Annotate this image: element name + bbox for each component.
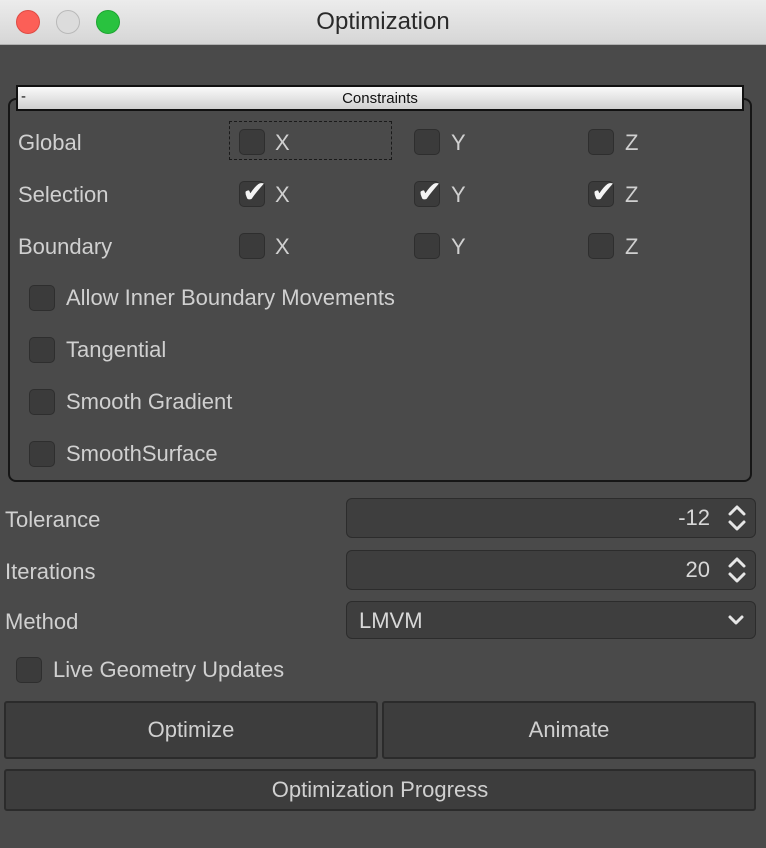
selection-z-checkbox[interactable] bbox=[588, 175, 616, 210]
boundary-z-checkbox[interactable] bbox=[588, 233, 614, 259]
global-z-label: Z bbox=[625, 130, 639, 155]
method-dropdown[interactable]: LMVM bbox=[346, 601, 756, 639]
tolerance-label: Tolerance bbox=[5, 507, 101, 532]
global-x-label: X bbox=[275, 130, 290, 155]
constraints-header[interactable]: - Constraints bbox=[16, 85, 744, 111]
selection-z-label: Z bbox=[625, 182, 639, 207]
smooth-surface-checkbox[interactable] bbox=[29, 441, 55, 467]
optimize-button[interactable]: Optimize bbox=[4, 701, 378, 759]
animate-button[interactable]: Animate bbox=[382, 701, 756, 759]
boundary-z-label: Z bbox=[625, 234, 639, 259]
tolerance-value: -12 bbox=[678, 505, 710, 530]
selection-y-checkbox[interactable] bbox=[414, 175, 442, 210]
title-bar: Optimization bbox=[0, 0, 766, 45]
global-x-checkbox[interactable] bbox=[239, 129, 265, 155]
spin-arrows-icon[interactable] bbox=[725, 553, 749, 587]
smooth-gradient-checkbox[interactable] bbox=[29, 389, 55, 415]
iterations-label: Iterations bbox=[5, 559, 96, 584]
live-geometry-updates-checkbox[interactable] bbox=[16, 657, 42, 683]
selection-y-label: Y bbox=[451, 182, 466, 207]
allow-inner-boundary-checkbox[interactable] bbox=[29, 285, 55, 311]
global-z-checkbox[interactable] bbox=[588, 129, 614, 155]
tolerance-spinbox[interactable]: -12 bbox=[346, 498, 756, 538]
allow-inner-boundary-label: Allow Inner Boundary Movements bbox=[66, 285, 395, 310]
global-y-checkbox[interactable] bbox=[414, 129, 440, 155]
boundary-x-checkbox[interactable] bbox=[239, 233, 265, 259]
smooth-gradient-label: Smooth Gradient bbox=[66, 389, 233, 414]
global-y-label: Y bbox=[451, 130, 466, 155]
tangential-checkbox[interactable] bbox=[29, 337, 55, 363]
constraints-title: Constraints bbox=[342, 90, 418, 107]
chevron-down-icon bbox=[728, 615, 744, 625]
method-label: Method bbox=[5, 609, 79, 634]
boundary-x-label: X bbox=[275, 234, 290, 259]
tangential-label: Tangential bbox=[66, 337, 167, 362]
boundary-label: Boundary bbox=[18, 234, 113, 259]
iterations-value: 20 bbox=[685, 557, 710, 582]
method-value: LMVM bbox=[359, 608, 423, 633]
smooth-surface-label: SmoothSurface bbox=[66, 441, 218, 466]
selection-x-checkbox[interactable] bbox=[239, 175, 267, 210]
selection-x-label: X bbox=[275, 182, 290, 207]
selection-label: Selection bbox=[18, 182, 109, 207]
window-title: Optimization bbox=[316, 8, 450, 35]
boundary-y-label: Y bbox=[451, 234, 466, 259]
global-label: Global bbox=[18, 130, 82, 155]
iterations-spinbox[interactable]: 20 bbox=[346, 550, 756, 590]
spin-arrows-icon[interactable] bbox=[725, 501, 749, 535]
live-geometry-updates-label: Live Geometry Updates bbox=[53, 657, 285, 682]
boundary-y-checkbox[interactable] bbox=[414, 233, 440, 259]
optimization-progress-button[interactable]: Optimization Progress bbox=[4, 769, 756, 811]
